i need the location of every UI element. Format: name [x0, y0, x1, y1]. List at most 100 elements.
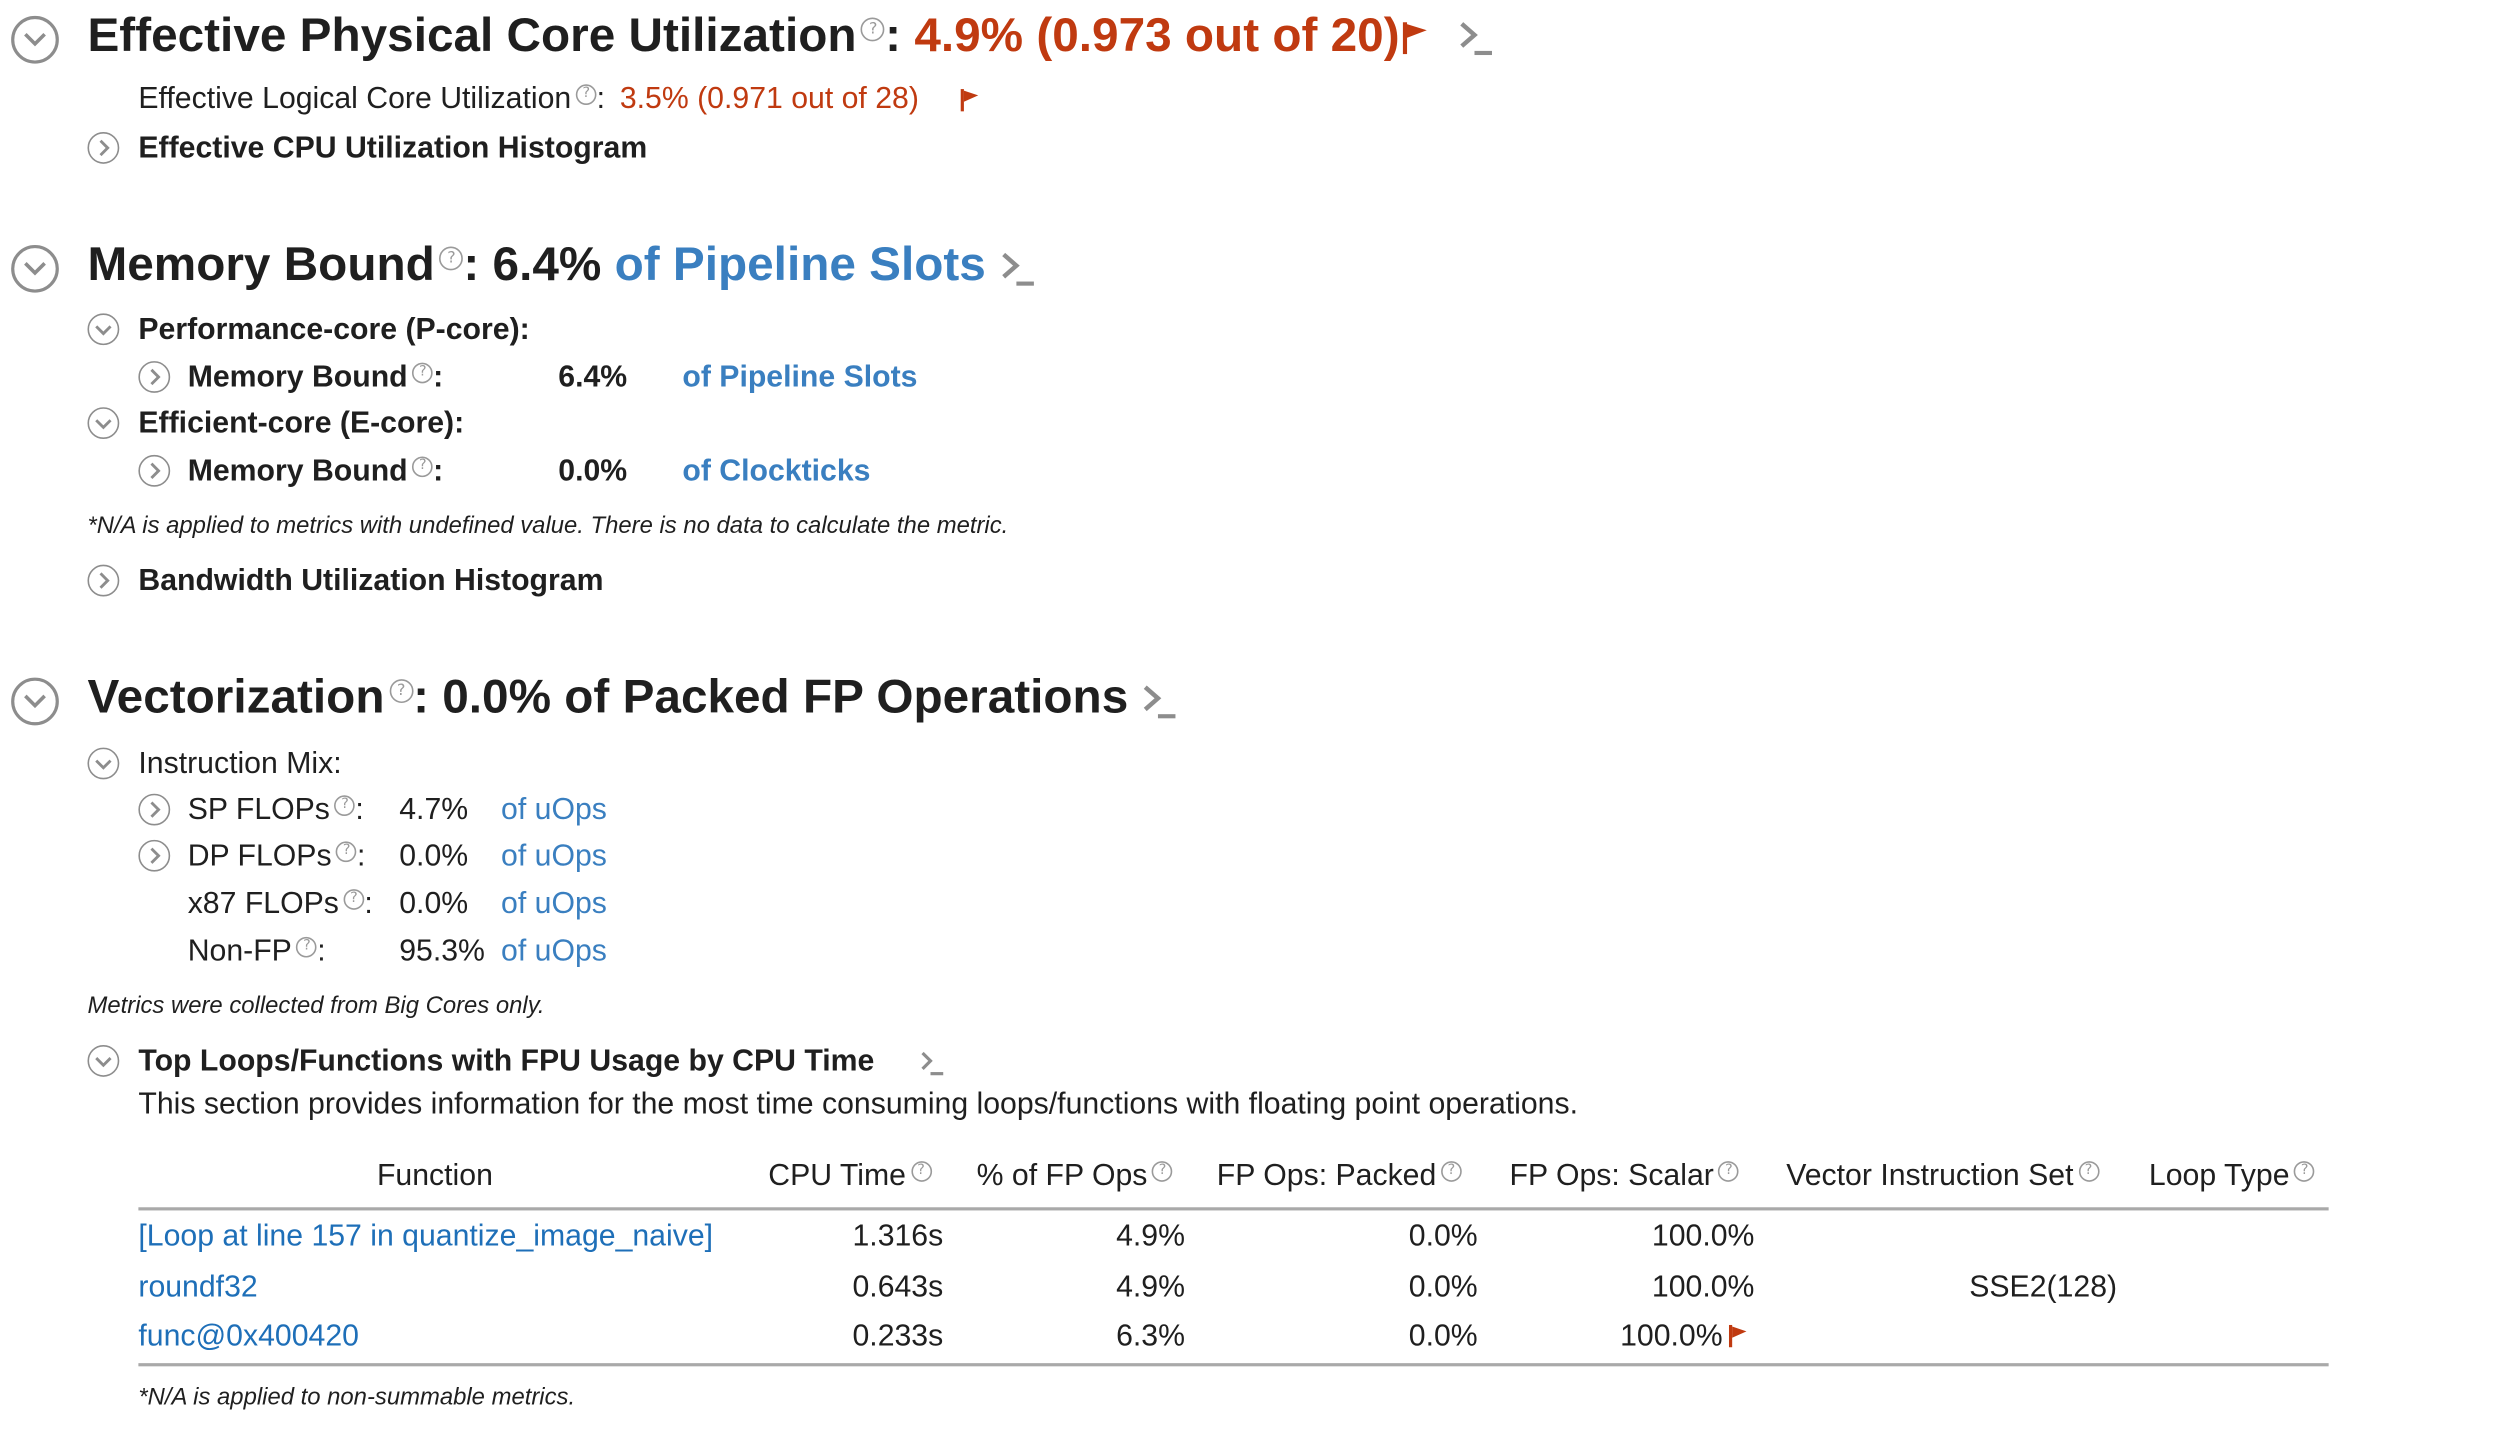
help-icon[interactable]: ?: [296, 936, 318, 958]
fp-packed-cell: 0.0%: [1408, 1320, 1478, 1354]
chevron-right-icon: [150, 801, 161, 818]
fp-scalar-cell-flagged: 100.0%: [1620, 1320, 1723, 1354]
function-link[interactable]: [Loop at line 157 in quantize_image_naiv…: [138, 1220, 713, 1255]
chevron-right-icon: [99, 139, 110, 157]
table-note: *N/A is applied to non-summable metrics.: [138, 1383, 576, 1411]
pcore-label: Performance-core (P-core):: [138, 313, 530, 347]
cpu-histogram-link[interactable]: Effective CPU Utilization Histogram: [138, 132, 647, 167]
collapse-toggle-pcore[interactable]: [87, 313, 120, 346]
chevron-down-icon: [24, 694, 46, 709]
expand-toggle-dp-flops[interactable]: [138, 839, 171, 872]
ecore-label: Efficient-core (E-core):: [138, 407, 465, 441]
expand-toggle-cpu-histogram[interactable]: [87, 132, 120, 164]
collapse-toggle-vectorization[interactable]: [11, 677, 59, 726]
section-title: Vectorization: [87, 671, 385, 724]
column-header-vector-instruction-set[interactable]: Vector Instruction Set?: [1786, 1160, 2099, 1195]
help-icon[interactable]: ?: [343, 888, 365, 910]
logical-core-value: 3.5% (0.971 out of 28): [619, 82, 919, 117]
top-loops-description: This section provides information for th…: [138, 1087, 1578, 1122]
help-icon[interactable]: ?: [2078, 1160, 2099, 1182]
chevron-down-icon: [24, 262, 46, 276]
expand-toggle-sp-flops[interactable]: [138, 793, 171, 826]
fp-packed-cell: 0.0%: [1408, 1219, 1478, 1254]
non-fp-unit: of uOps: [501, 935, 607, 969]
collapse-toggle-physical[interactable]: [11, 15, 59, 64]
memory-bound-value: : 6.4%: [463, 238, 602, 292]
column-header-fp-ops[interactable]: % of FP Ops?: [977, 1160, 1173, 1195]
fp-scalar-cell: 100.0%: [1651, 1270, 1755, 1305]
chevron-down-icon: [95, 325, 112, 336]
non-fp-value: 95.3%: [399, 935, 485, 969]
logical-core-label: Effective Logical Core Utilization: [138, 82, 572, 117]
pcore-memory-bound-unit: of Pipeline Slots: [682, 361, 918, 395]
big-cores-note: Metrics were collected from Big Cores on…: [87, 992, 545, 1020]
dp-flops-value: 0.0%: [399, 839, 469, 874]
help-icon[interactable]: ?: [336, 840, 358, 862]
fp-scalar-cell: 100.0%: [1651, 1219, 1755, 1254]
help-icon[interactable]: ?: [2294, 1160, 2315, 1182]
help-icon[interactable]: ?: [334, 794, 356, 816]
expand-toggle-bandwidth-histogram[interactable]: [87, 564, 120, 597]
x87-flops-value: 0.0%: [399, 887, 469, 921]
help-icon[interactable]: ?: [861, 17, 886, 42]
column-header-fp-packed[interactable]: FP Ops: Packed?: [1217, 1160, 1462, 1195]
cpu-time-cell: 0.643s: [852, 1270, 944, 1305]
chevron-right-icon: [150, 462, 161, 479]
flag-icon: [1402, 22, 1427, 55]
table-footer-rule: [138, 1363, 2329, 1367]
non-fp-label: Non-FP?:: [187, 935, 326, 969]
vectorization-value: : 0.0% of Packed FP Operations: [413, 671, 1129, 724]
pcore-memory-bound-value: 6.4%: [558, 361, 628, 395]
memory-bound-unit: of Pipeline Slots: [614, 238, 986, 292]
section-title: Effective Physical Core Utilization: [87, 9, 857, 63]
terminal-icon[interactable]: [1140, 682, 1178, 723]
vector-instruction-set-cell: SSE2(128): [1969, 1270, 2118, 1305]
ecore-memory-bound-label: Memory Bound?:: [187, 454, 444, 489]
collapse-toggle-memory[interactable]: [11, 244, 59, 293]
help-icon[interactable]: ?: [1441, 1160, 1462, 1182]
fp-ops-cell: 4.9%: [1116, 1219, 1185, 1254]
sp-flops-unit: of uOps: [501, 793, 607, 828]
collapse-toggle-ecore[interactable]: [87, 407, 120, 440]
terminal-icon[interactable]: [999, 250, 1037, 291]
function-link[interactable]: func@0x400420: [138, 1320, 359, 1355]
fp-ops-cell: 6.3%: [1116, 1320, 1185, 1354]
top-loops-title: Top Loops/Functions with FPU Usage by CP…: [138, 1045, 875, 1079]
column-header-fp-scalar[interactable]: FP Ops: Scalar?: [1509, 1160, 1740, 1195]
terminal-icon[interactable]: [919, 1050, 944, 1079]
function-link[interactable]: roundf32: [138, 1271, 257, 1306]
column-header-cpu-time[interactable]: CPU Time?: [768, 1160, 932, 1195]
vectorization-heading: Vectorization?: 0.0% of Packed FP Operat…: [87, 671, 1128, 725]
column-header-function[interactable]: Function: [377, 1160, 493, 1195]
help-icon[interactable]: ?: [389, 679, 414, 704]
dp-flops-unit: of uOps: [501, 839, 607, 874]
fp-ops-cell: 4.9%: [1116, 1270, 1185, 1305]
help-icon[interactable]: ?: [910, 1160, 932, 1182]
ecore-memory-bound-value: 0.0%: [558, 454, 628, 489]
flag-icon: [1728, 1324, 1747, 1348]
help-icon[interactable]: ?: [439, 246, 464, 271]
ecore-memory-bound-unit: of Clockticks: [682, 454, 871, 489]
help-icon[interactable]: ?: [1718, 1160, 1740, 1182]
memory-bound-heading: Memory Bound?: 6.4% of Pipeline Slots: [87, 239, 985, 293]
help-icon[interactable]: ?: [412, 362, 434, 383]
help-icon[interactable]: ?: [412, 455, 434, 477]
expand-toggle-pcore-memory-bound[interactable]: [138, 361, 171, 393]
pcore-memory-bound-label: Memory Bound?:: [187, 361, 444, 395]
table-header-rule: [138, 1207, 2329, 1211]
collapse-toggle-top-loops[interactable]: [87, 1045, 120, 1077]
cpu-time-cell: 0.233s: [852, 1320, 944, 1354]
sp-flops-label: SP FLOPs?:: [187, 793, 364, 828]
column-header-loop-type[interactable]: Loop Type?: [2149, 1160, 2315, 1195]
fp-packed-cell: 0.0%: [1408, 1270, 1478, 1305]
chevron-down-icon: [95, 1057, 112, 1068]
chevron-down-icon: [95, 419, 112, 430]
x87-flops-label: x87 FLOPs?:: [187, 887, 373, 921]
bandwidth-histogram-link[interactable]: Bandwidth Utilization Histogram: [138, 565, 603, 600]
collapse-toggle-instruction-mix[interactable]: [87, 747, 120, 780]
terminal-icon[interactable]: [1457, 19, 1495, 60]
help-icon[interactable]: ?: [1152, 1160, 1173, 1182]
help-icon[interactable]: ?: [575, 83, 597, 105]
sp-flops-value: 4.7%: [399, 793, 469, 828]
expand-toggle-ecore-memory-bound[interactable]: [138, 454, 171, 487]
